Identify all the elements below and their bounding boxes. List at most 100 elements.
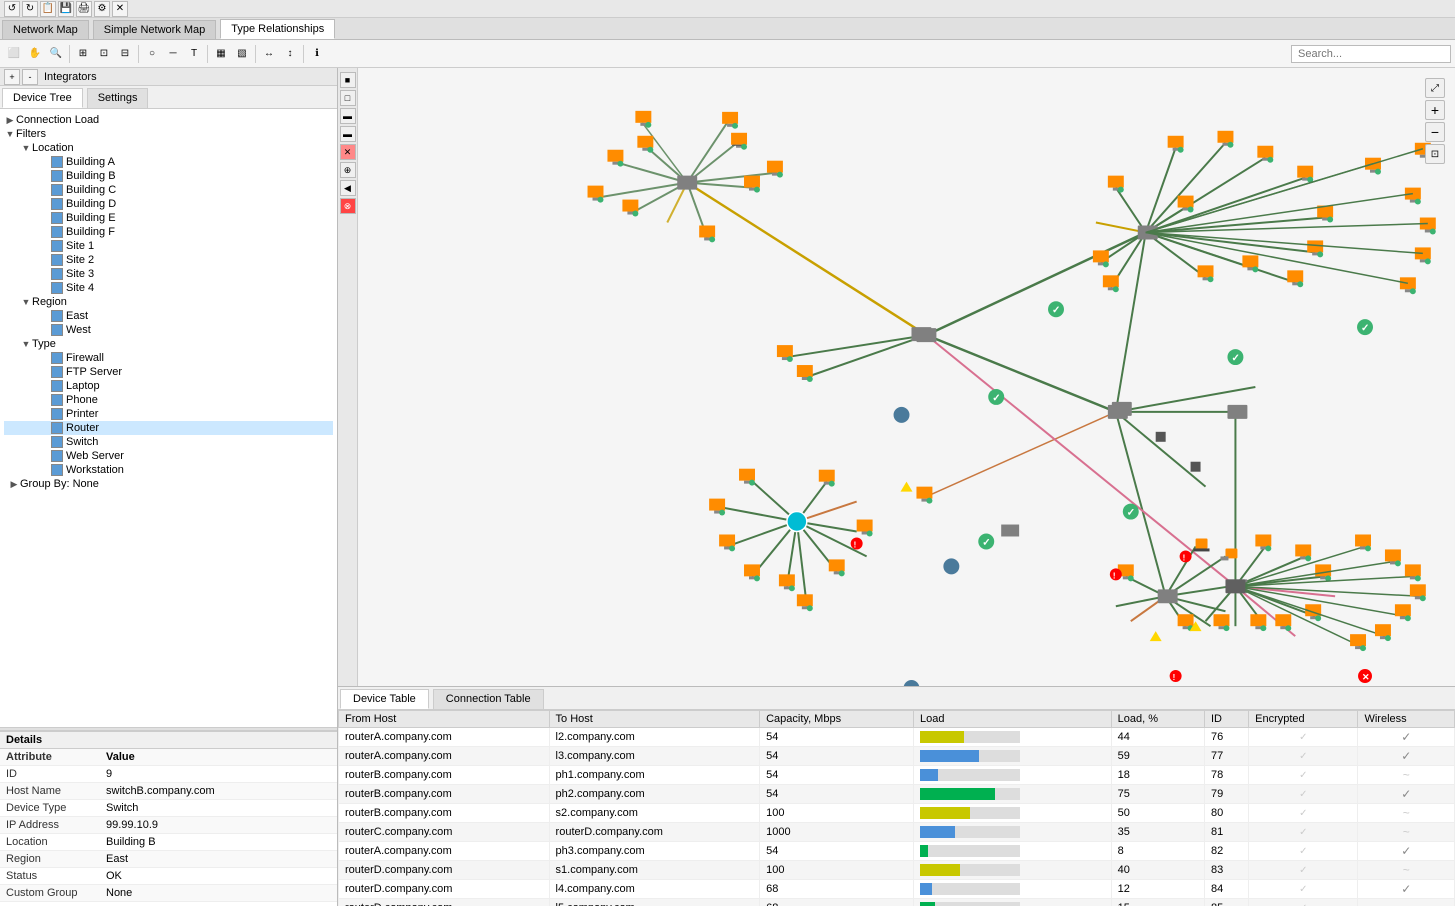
tree-building-c[interactable]: Building C [4, 183, 333, 197]
tb-node[interactable]: ○ [142, 44, 162, 64]
cb-site-4[interactable] [51, 282, 63, 294]
cb-printer[interactable] [51, 408, 63, 420]
toolbar-btn-save[interactable]: 💾 [58, 1, 74, 17]
tb-edge[interactable]: ─ [163, 44, 183, 64]
tab-simple-network-map[interactable]: Simple Network Map [93, 20, 216, 39]
col-header-5[interactable]: ID [1204, 711, 1248, 728]
col-header-6[interactable]: Encrypted [1249, 711, 1358, 728]
tree-building-b[interactable]: Building B [4, 169, 333, 183]
strip-btn-7[interactable]: ◀ [340, 180, 356, 196]
cb-building-d[interactable] [51, 198, 63, 210]
zoom-in-btn[interactable]: + [1425, 100, 1445, 120]
table-row-4[interactable]: routerB.company.coms2.company.com1005080… [339, 804, 1455, 823]
tab-network-map[interactable]: Network Map [2, 20, 89, 39]
tree-building-f[interactable]: Building F [4, 225, 333, 239]
tree-ftp-server[interactable]: FTP Server [4, 365, 333, 379]
cb-west[interactable] [51, 324, 63, 336]
panel-tab-settings[interactable]: Settings [87, 88, 149, 108]
tree-laptop[interactable]: Laptop [4, 379, 333, 393]
toggle-type[interactable]: ▼ [20, 338, 32, 350]
cb-building-e[interactable] [51, 212, 63, 224]
cb-site-1[interactable] [51, 240, 63, 252]
tree-workstation[interactable]: Workstation [4, 463, 333, 477]
col-header-4[interactable]: Load, % [1111, 711, 1204, 728]
tb-fit[interactable]: ⊞ [73, 44, 93, 64]
tree-printer[interactable]: Printer [4, 407, 333, 421]
zoom-fit[interactable]: ⊡ [1425, 144, 1445, 164]
tb-info[interactable]: ℹ [307, 44, 327, 64]
strip-btn-5[interactable]: ✕ [340, 144, 356, 160]
col-header-1[interactable]: To Host [549, 711, 760, 728]
strip-btn-1[interactable]: ■ [340, 72, 356, 88]
strip-btn-8[interactable]: ⊗ [340, 198, 356, 214]
map-area[interactable]: ! ! ! ! [358, 68, 1455, 686]
tree-connection-load[interactable]: ▶ Connection Load [4, 113, 333, 127]
tb-ungroup[interactable]: ▧ [232, 44, 252, 64]
tb-collapse[interactable]: ↕ [280, 44, 300, 64]
toolbar-btn-print[interactable]: 🖨 [76, 1, 92, 17]
tree-router[interactable]: Router [4, 421, 333, 435]
cb-building-f[interactable] [51, 226, 63, 238]
cb-building-a[interactable] [51, 156, 63, 168]
tree-building-e[interactable]: Building E [4, 211, 333, 225]
table-row-0[interactable]: routerA.company.coml2.company.com544476✓… [339, 728, 1455, 747]
tb-pan[interactable]: ✋ [25, 44, 45, 64]
cb-firewall[interactable] [51, 352, 63, 364]
tree-web-server[interactable]: Web Server [4, 449, 333, 463]
toggle-connection-load[interactable]: ▶ [4, 114, 16, 126]
cb-web-server[interactable] [51, 450, 63, 462]
tree-switch[interactable]: Switch [4, 435, 333, 449]
tree-filters[interactable]: ▼ Filters [4, 127, 333, 141]
tree-location[interactable]: ▼ Location [4, 141, 333, 155]
toggle-region[interactable]: ▼ [20, 296, 32, 308]
bottom-tab-connection[interactable]: Connection Table [433, 689, 544, 709]
cb-site-2[interactable] [51, 254, 63, 266]
table-row-2[interactable]: routerB.company.comph1.company.com541878… [339, 766, 1455, 785]
strip-btn-3[interactable]: ▬ [340, 108, 356, 124]
cb-router[interactable] [51, 422, 63, 434]
table-row-3[interactable]: routerB.company.comph2.company.com547579… [339, 785, 1455, 804]
left-tb-add[interactable]: + [4, 69, 20, 85]
toolbar-btn-refresh[interactable]: ↺ [4, 1, 20, 17]
tree-site-3[interactable]: Site 3 [4, 267, 333, 281]
tb-zoom-in[interactable]: 🔍 [46, 44, 66, 64]
col-header-3[interactable]: Load [913, 711, 1111, 728]
left-tb-remove[interactable]: - [22, 69, 38, 85]
strip-btn-2[interactable]: □ [340, 90, 356, 106]
panel-tab-device-tree[interactable]: Device Tree [2, 88, 83, 108]
table-row-7[interactable]: routerD.company.coms1.company.com1004083… [339, 861, 1455, 880]
cb-switch[interactable] [51, 436, 63, 448]
tree-east[interactable]: East [4, 309, 333, 323]
strip-btn-6[interactable]: ⊕ [340, 162, 356, 178]
tree-type[interactable]: ▼ Type [4, 337, 333, 351]
toolbar-btn-forward[interactable]: ↻ [22, 1, 38, 17]
tree-site-4[interactable]: Site 4 [4, 281, 333, 295]
col-header-2[interactable]: Capacity, Mbps [760, 711, 914, 728]
cb-workstation[interactable] [51, 464, 63, 476]
tree-site-1[interactable]: Site 1 [4, 239, 333, 253]
toolbar-btn-close[interactable]: ✕ [112, 1, 128, 17]
cb-east[interactable] [51, 310, 63, 322]
toolbar-btn-settings[interactable]: ⚙ [94, 1, 110, 17]
toggle-filters[interactable]: ▼ [4, 128, 16, 140]
strip-btn-4[interactable]: ▬ [340, 126, 356, 142]
tb-select[interactable]: ⬜ [4, 44, 24, 64]
toggle-location[interactable]: ▼ [20, 142, 32, 154]
tree-building-a[interactable]: Building A [4, 155, 333, 169]
bottom-tab-device[interactable]: Device Table [340, 689, 429, 709]
cb-phone[interactable] [51, 394, 63, 406]
tb-center[interactable]: ⊡ [94, 44, 114, 64]
table-row-5[interactable]: routerC.company.comrouterD.company.com10… [339, 823, 1455, 842]
cb-building-b[interactable] [51, 170, 63, 182]
cb-site-3[interactable] [51, 268, 63, 280]
cb-laptop[interactable] [51, 380, 63, 392]
toolbar-btn-new[interactable]: 📋 [40, 1, 56, 17]
tb-label[interactable]: T [184, 44, 204, 64]
table-row-1[interactable]: routerA.company.coml3.company.com545977✓… [339, 747, 1455, 766]
tb-expand[interactable]: ↔ [259, 44, 279, 64]
cb-ftp-server[interactable] [51, 366, 63, 378]
tab-type-relationships[interactable]: Type Relationships [220, 19, 335, 39]
tree-building-d[interactable]: Building D [4, 197, 333, 211]
tree-region[interactable]: ▼ Region [4, 295, 333, 309]
zoom-expand[interactable]: ⤢ [1425, 78, 1445, 98]
